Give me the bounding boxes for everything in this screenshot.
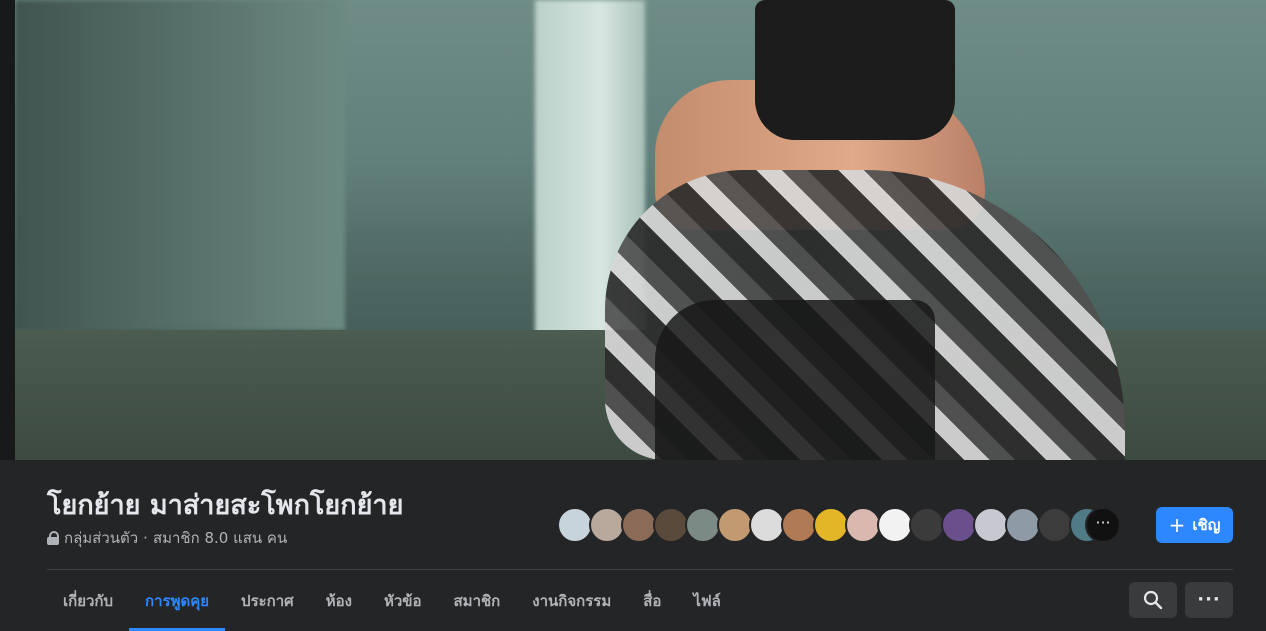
member-avatar[interactable]: [813, 507, 849, 543]
more-options-button[interactable]: ···: [1185, 582, 1233, 618]
tab-7[interactable]: สื่อ: [627, 570, 677, 631]
member-avatar[interactable]: [1037, 507, 1073, 543]
member-avatar[interactable]: [973, 507, 1009, 543]
member-avatar[interactable]: [749, 507, 785, 543]
plus-icon: +: [1168, 513, 1186, 537]
cover-figure-top: [755, 0, 955, 140]
member-avatar[interactable]: [557, 507, 593, 543]
privacy-label[interactable]: กลุ่มส่วนตัว: [64, 526, 138, 550]
cover-background-wall: [15, 0, 345, 330]
member-avatar[interactable]: [781, 507, 817, 543]
cover-figure-mesh: [655, 300, 935, 460]
tab-0[interactable]: เกี่ยวกับ: [47, 570, 129, 631]
member-count[interactable]: สมาชิก 8.0 แสน คน: [153, 526, 287, 550]
group-title[interactable]: โยกย้าย มาส่ายสะโพกโยกย้าย: [47, 483, 403, 526]
cover-photo[interactable]: [15, 0, 1266, 460]
member-avatar[interactable]: [717, 507, 753, 543]
member-avatar[interactable]: [877, 507, 913, 543]
more-icon: ···: [1197, 589, 1221, 610]
group-meta: กลุ่มส่วนตัว · สมาชิก 8.0 แสน คน: [47, 526, 287, 550]
member-avatar[interactable]: [621, 507, 657, 543]
more-members-avatar[interactable]: ···: [1085, 507, 1121, 543]
member-avatar[interactable]: [685, 507, 721, 543]
member-avatar[interactable]: [1005, 507, 1041, 543]
tab-4[interactable]: หัวข้อ: [368, 570, 438, 631]
group-tabs: เกี่ยวกับ การพูดคุย ประกาศ ห้อง หัวข้อ สมาชิก…: [47, 570, 737, 631]
tab-3[interactable]: ห้อง: [310, 570, 368, 631]
tab-5[interactable]: สมาชิก: [438, 570, 517, 631]
search-button[interactable]: [1129, 582, 1177, 618]
tab-1[interactable]: การพูดคุย: [129, 570, 226, 631]
member-avatar[interactable]: [845, 507, 881, 543]
invite-label: เชิญ: [1192, 516, 1221, 534]
tab-8[interactable]: ไฟล์: [677, 570, 736, 631]
search-icon: [1143, 590, 1163, 610]
lock-icon: [47, 531, 59, 545]
member-avatar[interactable]: [909, 507, 945, 543]
invite-button[interactable]: + เชิญ: [1156, 507, 1233, 543]
member-avatar[interactable]: [941, 507, 977, 543]
member-avatar[interactable]: [589, 507, 625, 543]
member-avatar[interactable]: [653, 507, 689, 543]
meta-separator: ·: [143, 529, 148, 547]
tab-6[interactable]: งานกิจกรรม: [516, 570, 627, 631]
tab-2[interactable]: ประกาศ: [225, 570, 310, 631]
